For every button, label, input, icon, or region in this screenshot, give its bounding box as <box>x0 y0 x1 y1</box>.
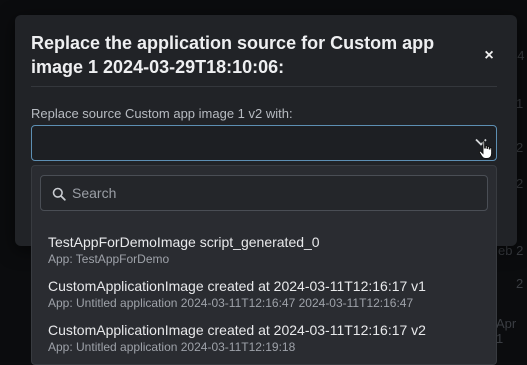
option-subtitle: App: Untitled application 2024-03-11T12:… <box>48 340 296 354</box>
close-icon: × <box>484 47 494 64</box>
source-option[interactable]: TestAppForDemoImage script_generated_0 A… <box>32 234 496 274</box>
option-title: CustomApplicationImage created at 2024-0… <box>48 322 426 338</box>
source-options-dropdown: TestAppForDemoImage script_generated_0 A… <box>31 165 497 365</box>
background-text: 2 <box>516 276 524 291</box>
hand-pointer-cursor-icon <box>478 140 493 159</box>
background-text: 2 <box>516 140 524 155</box>
option-subtitle: App: Untitled application 2024-03-11T12:… <box>48 296 414 310</box>
option-subtitle: App: TestAppForDemo <box>48 252 170 266</box>
modal-title-line-1: Replace the application source for Custo… <box>31 33 435 53</box>
replace-source-label: Replace source Custom app image 1 v2 wit… <box>31 106 293 121</box>
replace-source-select[interactable] <box>31 125 497 161</box>
modal-title-line-2: image 1 2024-03-29T18:10:06: <box>31 57 285 77</box>
search-box <box>40 175 488 211</box>
search-input[interactable] <box>72 176 482 210</box>
search-icon <box>52 187 66 201</box>
source-option[interactable]: CustomApplicationImage created at 2024-0… <box>32 322 496 362</box>
close-button[interactable]: × <box>481 47 497 65</box>
source-option[interactable]: CustomApplicationImage created at 2024-0… <box>32 278 496 318</box>
modal-title: Replace the application source for Custo… <box>31 31 471 79</box>
option-title: CustomApplicationImage created at 2024-0… <box>48 278 426 294</box>
option-title: TestAppForDemoImage script_generated_0 <box>48 234 320 250</box>
background-text: Apr 1 <box>496 316 517 346</box>
background-text: 2 <box>516 176 524 191</box>
modal-divider <box>31 86 497 87</box>
